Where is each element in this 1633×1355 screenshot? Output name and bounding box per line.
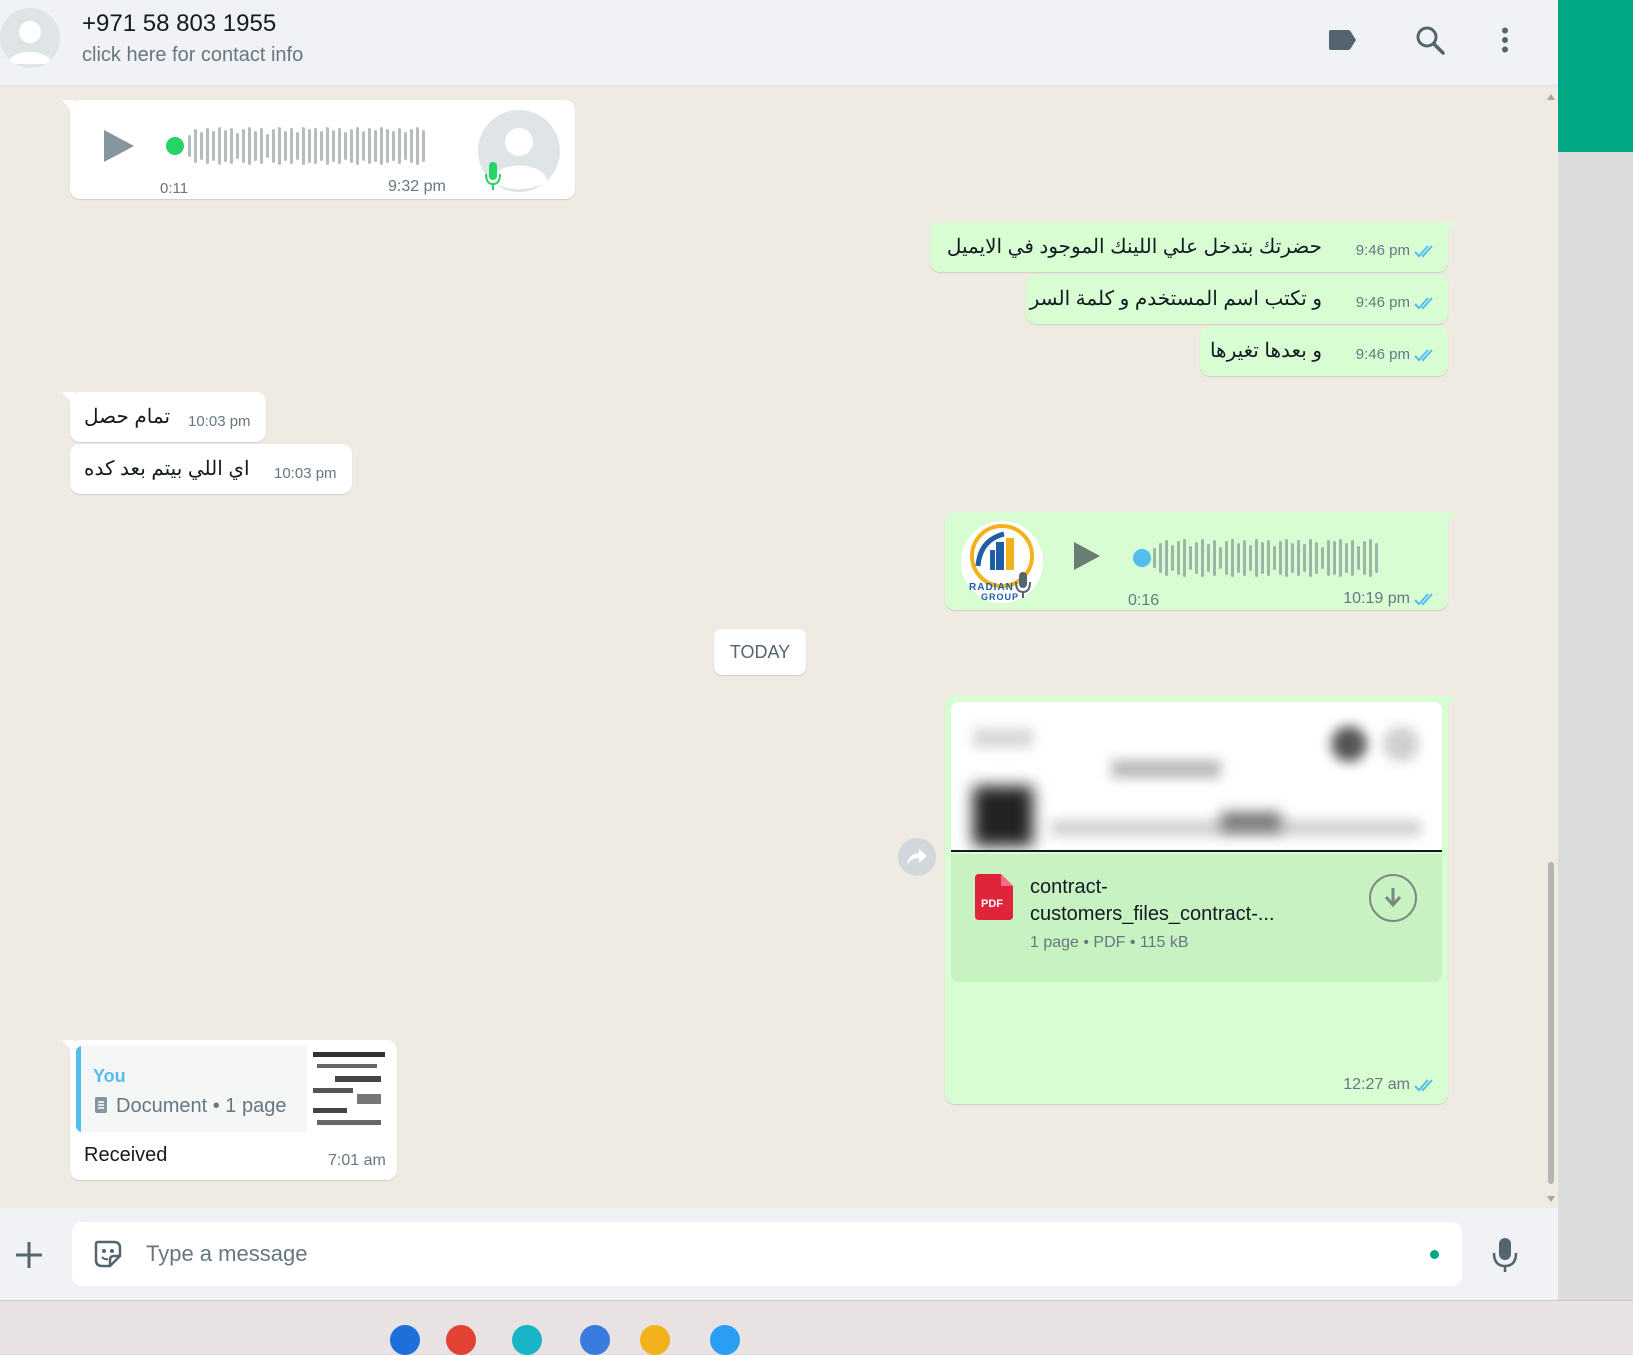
voice-duration: 0:11 bbox=[160, 180, 189, 197]
message-input-box[interactable] bbox=[72, 1222, 1462, 1286]
document-info-panel[interactable]: PDF contract- customers_files_contract-.… bbox=[951, 854, 1442, 982]
scroll-down-arrow-icon[interactable] bbox=[1547, 1196, 1555, 1202]
pdf-file-icon bbox=[975, 874, 1013, 920]
document-name-line2: customers_files_contract-... bbox=[1030, 903, 1275, 925]
incoming-voice-message: 0:11 9:32 pm bbox=[62, 100, 575, 199]
message-composer bbox=[0, 1208, 1558, 1300]
outgoing-voice-message: RADIAN GROUP 0:16 10:19 pm bbox=[945, 512, 1456, 610]
outgoing-message[interactable]: حضرتك بتدخل علي اللينك الموجود في الايمي… bbox=[930, 222, 1456, 272]
message-text: اي اللي بيتم بعد كده bbox=[84, 458, 250, 480]
taskbar-app-icon[interactable] bbox=[640, 1325, 670, 1355]
voice-waveform[interactable] bbox=[1153, 538, 1378, 578]
voice-waveform[interactable] bbox=[188, 126, 425, 166]
quoted-author: You bbox=[93, 1066, 126, 1086]
outgoing-message[interactable]: و بعدها تغيرها 9:46 pm bbox=[1200, 326, 1448, 376]
os-taskbar bbox=[0, 1300, 1633, 1355]
chat-header[interactable]: +971 58 803 1955 click here for contact … bbox=[0, 0, 1558, 86]
download-arrow-icon bbox=[1384, 888, 1402, 908]
message-time: 10:19 pm bbox=[1343, 590, 1410, 607]
document-icon bbox=[95, 1097, 107, 1113]
microphone-icon bbox=[485, 162, 501, 190]
voice-duration: 0:16 bbox=[1128, 592, 1160, 609]
date-divider: TODAY bbox=[714, 629, 806, 675]
playback-dot[interactable] bbox=[166, 137, 184, 155]
play-icon[interactable] bbox=[1072, 540, 1102, 572]
microphone-icon[interactable] bbox=[1490, 1236, 1520, 1274]
search-icon[interactable] bbox=[1412, 22, 1448, 58]
contact-info-link[interactable]: click here for contact info bbox=[82, 44, 303, 67]
forward-button[interactable] bbox=[898, 838, 936, 876]
document-meta: 1 page • PDF • 115 kB bbox=[1030, 934, 1189, 951]
message-time: 9:46 pm bbox=[1355, 346, 1410, 363]
incoming-reply-message[interactable]: You Document • 1 page Received 7:01 am bbox=[62, 1040, 397, 1180]
scrollbar-thumb[interactable] bbox=[1548, 862, 1554, 1184]
default-avatar-icon bbox=[0, 8, 60, 68]
message-time: 10:03 pm bbox=[274, 465, 337, 482]
scroll-up-arrow-icon[interactable] bbox=[1547, 94, 1555, 100]
message-time: 7:01 am bbox=[328, 1152, 386, 1169]
outgoing-message[interactable]: و تكتب اسم المستخدم و كلمة السر 9:46 pm bbox=[1026, 274, 1448, 324]
quoted-document-thumbnail bbox=[307, 1046, 391, 1132]
read-receipt-icon bbox=[1414, 1079, 1433, 1092]
avatar-brand-subtext: GROUP bbox=[981, 592, 1020, 602]
message-list[interactable]: 0:11 9:32 pm حضرتك بتدخل علي اللينك المو… bbox=[0, 86, 1558, 1208]
read-receipt-icon bbox=[1414, 245, 1433, 258]
message-text: تمام حصل bbox=[84, 406, 171, 428]
playback-dot[interactable] bbox=[1133, 549, 1151, 567]
message-time: 9:46 pm bbox=[1355, 242, 1410, 259]
message-text: و تكتب اسم المستخدم و كلمة السر bbox=[1029, 288, 1322, 310]
label-icon[interactable] bbox=[1324, 22, 1360, 58]
quoted-message[interactable]: You Document • 1 page bbox=[76, 1046, 391, 1132]
pdf-badge: PDF bbox=[981, 898, 1003, 910]
taskbar-app-icon[interactable] bbox=[390, 1325, 420, 1355]
message-text: Received bbox=[84, 1144, 168, 1166]
incoming-message[interactable]: اي اللي بيتم بعد كده 10:03 pm bbox=[70, 444, 352, 494]
contact-avatar[interactable] bbox=[0, 8, 60, 68]
contact-name[interactable]: +971 58 803 1955 bbox=[82, 10, 276, 38]
taskbar-app-icon[interactable] bbox=[710, 1325, 740, 1355]
forward-arrow-icon bbox=[907, 849, 927, 865]
outgoing-document-message[interactable]: PDF contract- customers_files_contract-.… bbox=[945, 696, 1456, 1104]
message-input[interactable] bbox=[146, 1234, 1346, 1274]
kebab-menu-icon[interactable] bbox=[1487, 22, 1523, 58]
play-icon[interactable] bbox=[102, 128, 136, 164]
message-text: حضرتك بتدخل علي اللينك الموجود في الايمي… bbox=[946, 236, 1322, 258]
microphone-icon bbox=[1015, 572, 1031, 598]
incoming-message[interactable]: تمام حصل 10:03 pm bbox=[62, 392, 266, 442]
download-button[interactable] bbox=[1369, 874, 1417, 922]
document-name-line1: contract- bbox=[1030, 876, 1108, 898]
message-time: 9:46 pm bbox=[1355, 294, 1410, 311]
read-receipt-icon bbox=[1414, 349, 1433, 362]
taskbar-app-icon[interactable] bbox=[580, 1325, 610, 1355]
message-time: 12:27 am bbox=[1343, 1076, 1410, 1093]
quoted-text: Document • 1 page bbox=[116, 1095, 287, 1117]
read-receipt-icon bbox=[1414, 593, 1433, 606]
side-panel-edge bbox=[1558, 0, 1633, 1300]
message-time: 10:03 pm bbox=[188, 413, 251, 430]
whatsapp-window: +971 58 803 1955 click here for contact … bbox=[0, 0, 1558, 1300]
status-dot bbox=[1430, 1250, 1439, 1259]
accent-bar bbox=[1558, 0, 1633, 152]
taskbar-app-icon[interactable] bbox=[446, 1325, 476, 1355]
sticker-icon[interactable] bbox=[92, 1238, 124, 1270]
attach-plus-icon[interactable] bbox=[14, 1240, 44, 1270]
message-text: و بعدها تغيرها bbox=[1209, 340, 1322, 362]
document-preview-thumbnail[interactable] bbox=[951, 702, 1442, 852]
message-time: 9:32 pm bbox=[388, 178, 446, 195]
taskbar-app-icon[interactable] bbox=[512, 1325, 542, 1355]
read-receipt-icon bbox=[1414, 297, 1433, 310]
